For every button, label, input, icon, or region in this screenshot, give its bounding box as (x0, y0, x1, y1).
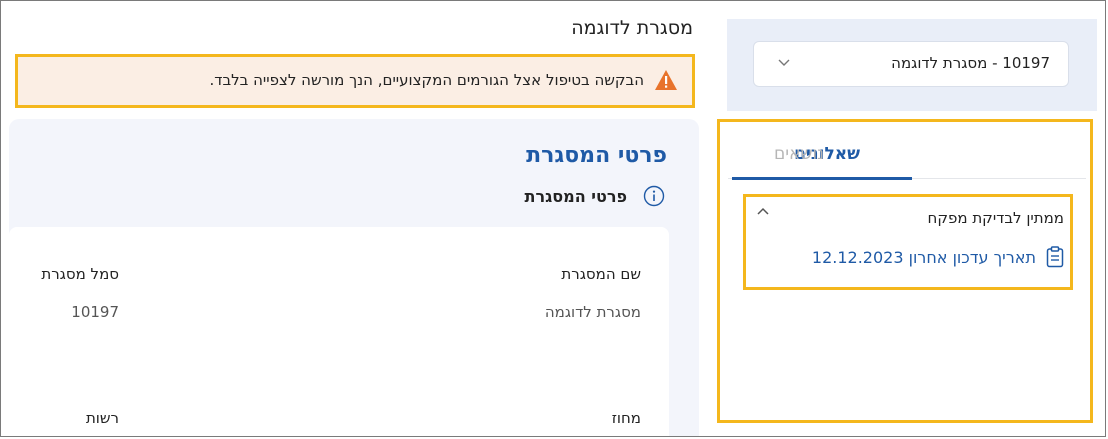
clipboard-icon (1046, 246, 1064, 268)
read-only-alert: הבקשה בטיפול אצל הגורמים המקצועיים, הנך … (15, 54, 695, 108)
chevron-up-icon[interactable] (756, 205, 770, 219)
tab-active-indicator (732, 177, 912, 180)
field-label-district: מחוז (611, 409, 641, 427)
app-frame: 10197 - מסגרת לדוגמה שאלונים נושאים ממתי… (0, 0, 1106, 437)
chevron-down-icon (778, 59, 790, 66)
warning-icon (655, 70, 677, 90)
field-value-name: מסגרת לדוגמה (544, 303, 641, 321)
field-value-code: 10197 (71, 303, 119, 321)
field-label-authority: רשות (85, 409, 119, 427)
field-label-name: שם המסגרת (561, 265, 641, 283)
card-title: פרטי המסגרת (526, 143, 667, 168)
page-title: מסגרת לדוגמה (571, 17, 693, 39)
alert-message: הבקשה בטיפול אצל הגורמים המקצועיים, הנך … (209, 71, 645, 89)
status-group-title[interactable]: ממתין לבדיקת מפקח (928, 209, 1064, 227)
details-table (9, 227, 669, 436)
field-label-code: סמל מסגרת (41, 265, 119, 283)
questionnaire-item-label: תאריך עדכון אחרון 12.12.2023 (811, 247, 1036, 267)
status-group: ממתין לבדיקת מפקח תאריך עדכון אחרון 12.1… (743, 194, 1073, 290)
tab-topics[interactable]: נושאים (774, 144, 824, 164)
section-title: פרטי המסגרת (524, 187, 627, 206)
questionnaire-list-item[interactable]: תאריך עדכון אחרון 12.12.2023 (812, 245, 1064, 269)
info-icon[interactable] (643, 185, 665, 207)
framework-select-value: 10197 - מסגרת לדוגמה (891, 54, 1050, 72)
framework-select[interactable]: 10197 - מסגרת לדוגמה (753, 41, 1069, 87)
